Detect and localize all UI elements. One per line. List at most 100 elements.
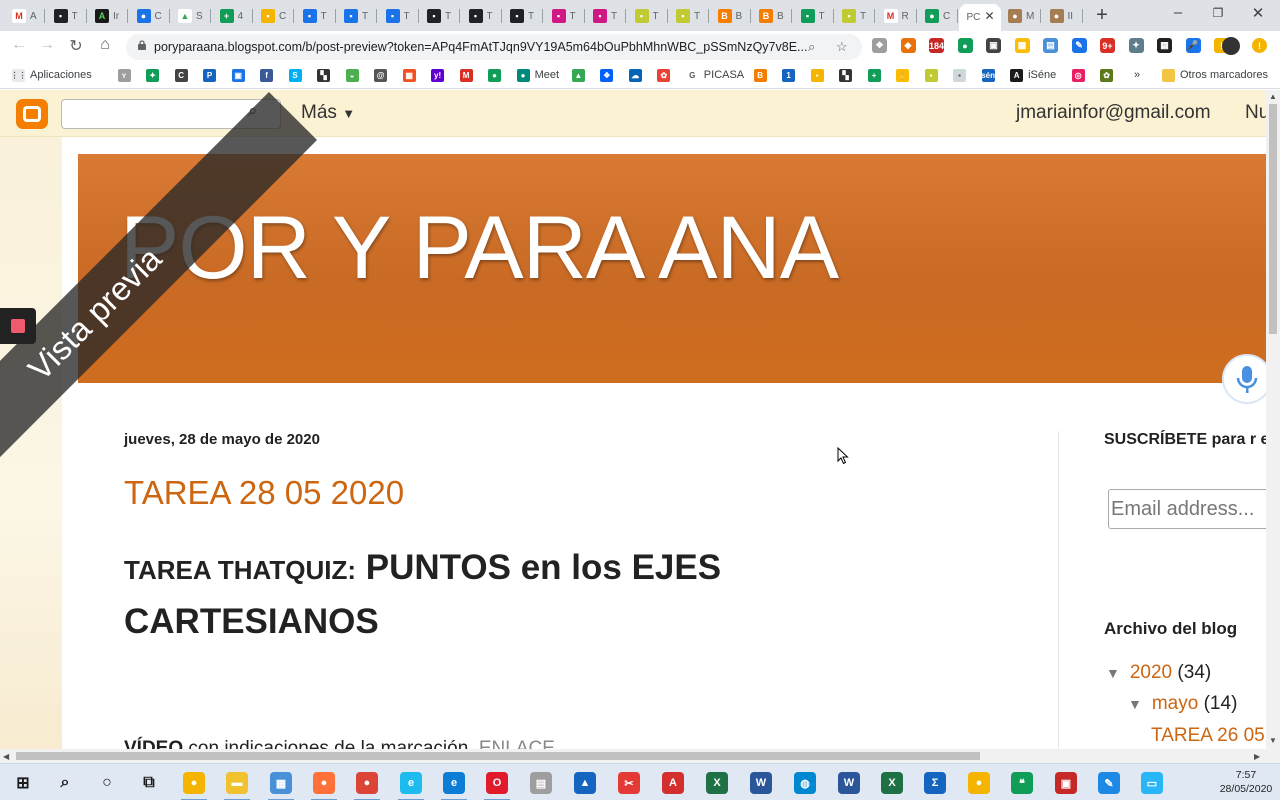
- app-blue2-icon[interactable]: ▲: [574, 772, 596, 794]
- update-icon[interactable]: !: [1252, 38, 1267, 53]
- enlace-link[interactable]: ENLACE: [479, 738, 555, 749]
- browser-tab[interactable]: ▪ T: [544, 4, 585, 28]
- close-window-button[interactable]: ✕: [1248, 4, 1268, 22]
- app-chrome-old-icon[interactable]: ●: [968, 772, 990, 794]
- browser-tab[interactable]: MA: [4, 4, 45, 28]
- voice-input-button[interactable]: [1222, 354, 1266, 404]
- extension-icon[interactable]: ✦: [1128, 38, 1144, 53]
- zoom-icon[interactable]: ⌕: [808, 39, 815, 55]
- account-email[interactable]: jmariainfor@gmail.com: [1016, 102, 1211, 124]
- bookmark-item[interactable]: ✋: [896, 67, 914, 83]
- bookmark-item[interactable]: y!: [431, 67, 449, 83]
- forward-button[interactable]: →: [37, 36, 57, 54]
- browser-tab[interactable]: ▪ T: [419, 4, 460, 28]
- scroll-left-arrow[interactable]: ◀: [3, 752, 9, 761]
- app-gray-icon[interactable]: ▤: [530, 772, 552, 794]
- word-old-icon[interactable]: W: [838, 772, 860, 794]
- browser-tab[interactable]: ▪ T: [627, 4, 668, 28]
- excel-icon[interactable]: X: [706, 772, 728, 794]
- archive-post-item[interactable]: TAREA 26 05: [1151, 725, 1265, 747]
- windows-start-icon[interactable]: ⊞: [12, 772, 34, 794]
- browser-tab[interactable]: ▪ T: [793, 4, 834, 28]
- task-view-icon[interactable]: ⧉: [138, 772, 160, 794]
- scroll-down-arrow[interactable]: ▼: [1269, 736, 1277, 745]
- bookmark-item[interactable]: +: [867, 67, 886, 83]
- system-clock[interactable]: 7:57 28/05/2020: [1215, 768, 1277, 796]
- cortana-icon[interactable]: ○: [96, 772, 118, 794]
- archive-year[interactable]: 2020: [1130, 662, 1172, 683]
- browser-tab[interactable]: ● C: [129, 4, 170, 28]
- browser-tab[interactable]: A Ir: [87, 4, 128, 28]
- bookmark-item[interactable]: P: [203, 67, 221, 83]
- profile-avatar[interactable]: [1222, 37, 1240, 55]
- chrome-icon[interactable]: ●: [354, 772, 380, 800]
- browser-tab[interactable]: ▪ T: [461, 4, 502, 28]
- browser-tab[interactable]: ▪ T: [378, 4, 419, 28]
- extension-icon[interactable]: ▤: [1043, 38, 1058, 53]
- browser-tab[interactable]: ▲ S: [170, 4, 211, 28]
- file-explorer-icon[interactable]: ▬: [224, 772, 250, 800]
- browser-tab[interactable]: ▪ T: [46, 4, 87, 28]
- reload-button[interactable]: ↻: [66, 36, 86, 56]
- bookmark-item[interactable]: ▦: [402, 67, 421, 83]
- browser-tab[interactable]: ● II: [1042, 4, 1083, 28]
- maximize-button[interactable]: ❐: [1208, 6, 1228, 20]
- more-menu[interactable]: Más ▼: [301, 102, 355, 124]
- browser-tab[interactable]: ● M: [1000, 4, 1041, 28]
- app-red-icon[interactable]: ▣: [1055, 772, 1077, 794]
- app-blue-icon[interactable]: ▦: [268, 772, 294, 800]
- bookmark-item[interactable]: 1: [782, 67, 800, 83]
- bookmark-item[interactable]: B: [753, 67, 772, 83]
- expand-triangle-icon[interactable]: ▼: [1128, 696, 1142, 712]
- back-button[interactable]: ←: [9, 36, 29, 54]
- browser-tab[interactable]: ▪ T: [834, 4, 875, 28]
- extension-icon[interactable]: ❖: [872, 38, 887, 53]
- browser-tab[interactable]: ▪ T: [585, 4, 626, 28]
- bookmark-item[interactable]: ▪: [924, 67, 943, 83]
- browser-tab[interactable]: ▪ C: [253, 4, 294, 28]
- ie-icon[interactable]: e: [398, 772, 424, 800]
- bookmark-item[interactable]: ⋮⋮ Aplicaciones: [11, 67, 92, 83]
- home-button[interactable]: ⌂: [95, 36, 115, 54]
- extension-icon[interactable]: 9+: [1100, 38, 1115, 53]
- extension-icon[interactable]: ▦: [1014, 38, 1030, 53]
- blogger-logo-icon[interactable]: [16, 99, 48, 129]
- tab-close-icon[interactable]: ✕: [984, 9, 994, 23]
- bookmark-item[interactable]: ◒: [345, 67, 364, 83]
- extension-icon[interactable]: ▣: [986, 38, 1001, 53]
- bookmark-item[interactable]: ✦: [146, 67, 164, 83]
- bookmark-item[interactable]: AiSéne: [1010, 67, 1056, 83]
- archive-year-item[interactable]: ▼ 2020 (34): [1106, 662, 1211, 684]
- extension-icon[interactable]: ✎: [1071, 38, 1087, 53]
- bookmark-item[interactable]: ◎: [1071, 67, 1090, 83]
- browser-tab[interactable]: +4: [212, 4, 253, 28]
- app-globe-icon[interactable]: ◍: [794, 772, 816, 794]
- browser-tab[interactable]: MR: [876, 4, 917, 28]
- horizontal-scrollbar[interactable]: ◀ ▶: [0, 749, 1280, 763]
- bookmark-item[interactable]: ●: [488, 67, 506, 83]
- bookmark-item[interactable]: S: [288, 67, 307, 83]
- archive-month[interactable]: mayo: [1152, 693, 1198, 714]
- bookmark-item[interactable]: ▚: [317, 67, 335, 83]
- post-title[interactable]: TAREA 28 05 2020: [124, 474, 404, 512]
- browser-tab[interactable]: ▪ T: [295, 4, 336, 28]
- bookmark-item[interactable]: ❖: [600, 67, 618, 83]
- bookmark-item[interactable]: G PICASA: [685, 67, 744, 83]
- bookmark-item[interactable]: ● Meet: [516, 67, 559, 83]
- star-icon[interactable]: ☆: [836, 39, 848, 55]
- new-tab-button[interactable]: +: [1092, 4, 1112, 27]
- bookmark-item[interactable]: ✿: [1100, 67, 1118, 83]
- vertical-scrollbar[interactable]: ▲ ▼: [1266, 90, 1280, 749]
- firefox-icon[interactable]: ●: [311, 772, 337, 800]
- browser-tab[interactable]: ▪ T: [668, 4, 709, 28]
- other-bookmarks[interactable]: Otros marcadores: [1162, 67, 1268, 83]
- app-snip-icon[interactable]: ✂: [618, 772, 640, 794]
- bookmark-item[interactable]: sén: [981, 67, 1000, 83]
- word-icon[interactable]: W: [750, 772, 772, 794]
- browser-tab[interactable]: ● C: [917, 4, 958, 28]
- minimize-button[interactable]: –: [1168, 4, 1188, 21]
- bookmark-item[interactable]: f: [260, 67, 278, 83]
- bookmark-item[interactable]: ▣: [231, 67, 250, 83]
- app-notepad-icon[interactable]: ✎: [1098, 772, 1120, 794]
- address-bar[interactable]: poryparaana.blogspot.com/b/post-preview?…: [126, 34, 862, 60]
